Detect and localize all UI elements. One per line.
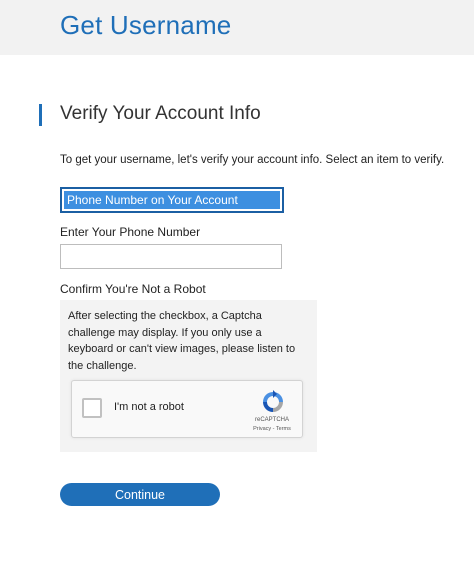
recaptcha-label: I'm not a robot — [114, 401, 184, 413]
robot-label: Confirm You're Not a Robot — [60, 282, 206, 296]
phone-label: Enter Your Phone Number — [60, 225, 201, 239]
recaptcha-brand: reCAPTCHA — [254, 417, 289, 423]
phone-input[interactable] — [60, 244, 282, 269]
recaptcha-checkbox[interactable] — [82, 398, 102, 418]
intro-text: To get your username, let's verify your … — [60, 154, 445, 166]
verify-method-selected-option[interactable]: Phone Number on Your Account — [64, 191, 280, 209]
captcha-note: After selecting the checkbox, a Captcha … — [68, 310, 296, 372]
continue-button[interactable]: Continue — [60, 483, 220, 506]
get-username-page: Get Username Verify Your Account Info To… — [0, 0, 474, 577]
section-title: Verify Your Account Info — [60, 103, 261, 124]
recaptcha-terms-link[interactable]: Privacy - Terms — [242, 426, 302, 432]
verify-method-select[interactable]: Phone Number on Your Account — [60, 187, 284, 213]
header-band: Get Username — [0, 0, 474, 55]
recaptcha-logo-icon — [263, 390, 283, 412]
section-accent-bar — [39, 104, 42, 126]
page-title: Get Username — [60, 10, 232, 40]
captcha-panel: After selecting the checkbox, a Captcha … — [60, 300, 317, 452]
recaptcha-widget: I'm not a robot reCAPTCHA Privacy - Term… — [71, 380, 303, 438]
